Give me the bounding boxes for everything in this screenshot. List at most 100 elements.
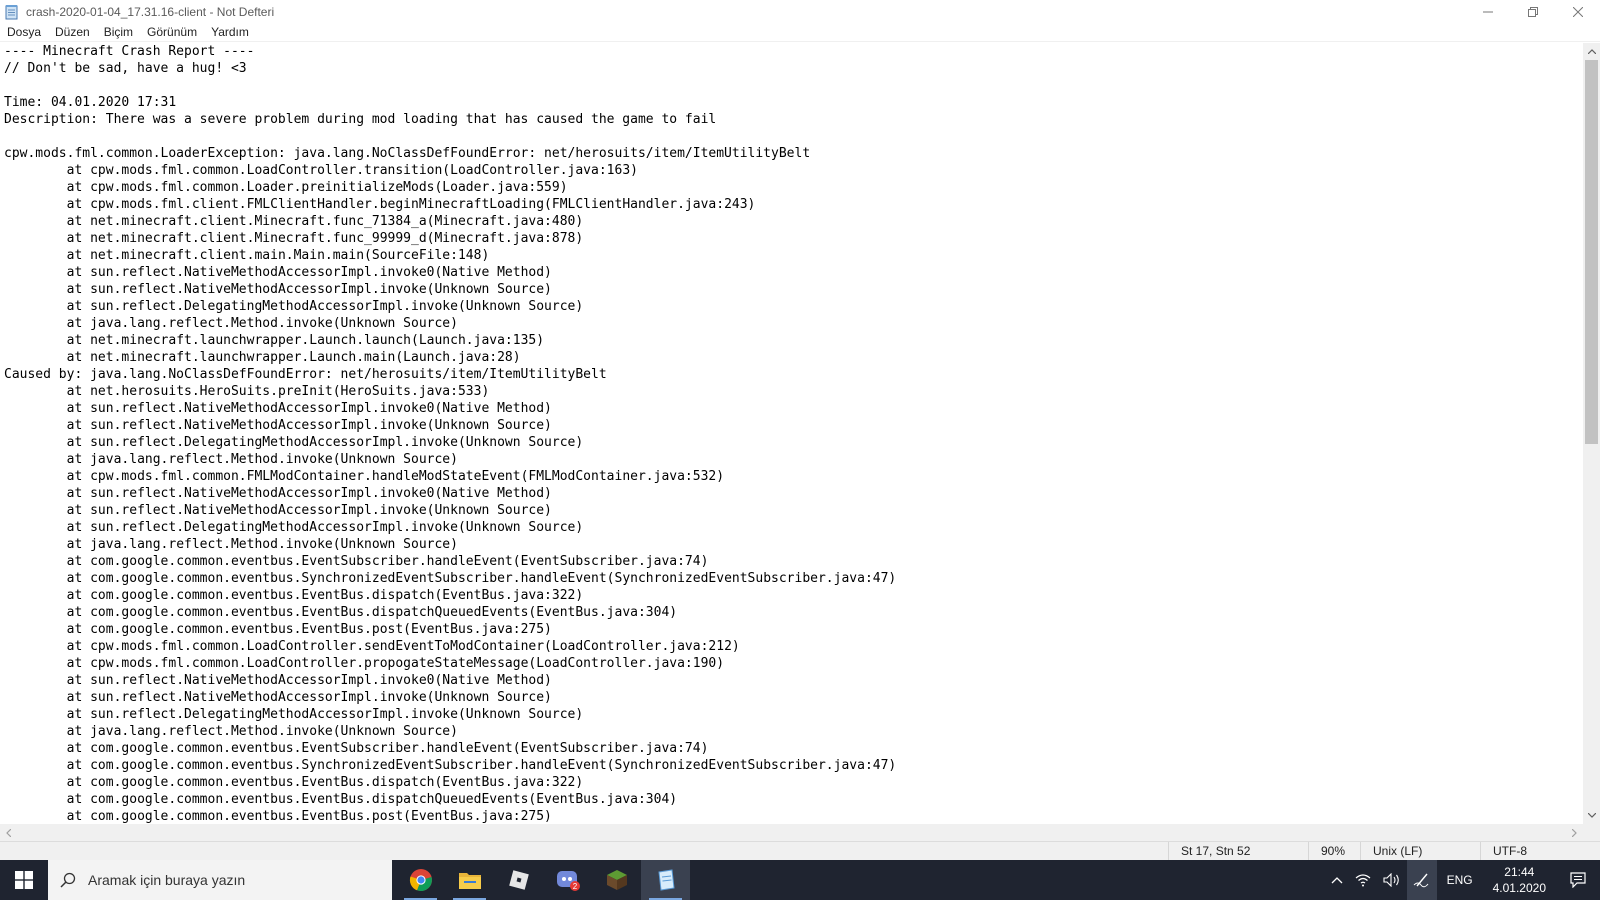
folder-icon [458, 873, 481, 889]
notification-icon [1570, 872, 1586, 888]
editor-line[interactable]: at cpw.mods.fml.common.LoadController.pr… [4, 655, 1583, 672]
start-button[interactable] [0, 860, 48, 900]
chevron-up-icon [1331, 877, 1343, 884]
status-cursor-position: St 17, Stn 52 [1168, 842, 1308, 861]
editor-line[interactable]: at sun.reflect.DelegatingMethodAccessorI… [4, 706, 1583, 723]
system-tray: ENG 21:44 4.01.2020 [1325, 860, 1600, 900]
notepad-icon [657, 869, 675, 891]
editor-line[interactable]: at com.google.common.eventbus.EventSubsc… [4, 740, 1583, 757]
close-icon [1572, 6, 1583, 17]
taskbar-search[interactable]: Aramak için buraya yazın [48, 860, 392, 900]
editor-line[interactable]: at net.minecraft.launchwrapper.Launch.ma… [4, 349, 1583, 366]
taskbar-app-roblox[interactable] [494, 860, 543, 900]
editor-line[interactable]: ---- Minecraft Crash Report ---- [4, 43, 1583, 60]
close-button[interactable] [1555, 0, 1600, 23]
editor-line[interactable]: at java.lang.reflect.Method.invoke(Unkno… [4, 536, 1583, 553]
taskbar-app-file-explorer[interactable] [445, 860, 494, 900]
editor-line[interactable]: at net.minecraft.client.Minecraft.func_7… [4, 213, 1583, 230]
editor-line[interactable]: cpw.mods.fml.common.LoaderException: jav… [4, 145, 1583, 162]
editor-line[interactable]: at sun.reflect.NativeMethodAccessorImpl.… [4, 689, 1583, 706]
menu-edit[interactable]: Düzen [48, 23, 97, 42]
tray-show-hidden[interactable] [1325, 860, 1349, 900]
menu-help[interactable]: Yardım [204, 23, 256, 42]
scroll-left-button[interactable] [0, 824, 17, 841]
editor-line[interactable]: at com.google.common.eventbus.EventBus.d… [4, 604, 1583, 621]
speaker-icon [1383, 873, 1399, 887]
tray-pen[interactable] [1406, 860, 1437, 900]
vertical-scrollbar[interactable] [1583, 43, 1600, 824]
menu-file[interactable]: Dosya [0, 23, 48, 42]
minimize-button[interactable] [1465, 0, 1510, 23]
window-title: crash-2020-01-04_17.31.16-client - Not D… [26, 4, 275, 19]
editor-line[interactable]: at sun.reflect.NativeMethodAccessorImpl.… [4, 417, 1583, 434]
editor-line[interactable]: at com.google.common.eventbus.EventBus.d… [4, 587, 1583, 604]
editor-line[interactable]: Caused by: java.lang.NoClassDefFoundErro… [4, 366, 1583, 383]
clock-date: 4.01.2020 [1492, 881, 1546, 895]
status-bar: St 17, Stn 52 90% Unix (LF) UTF-8 [0, 841, 1600, 861]
editor-line[interactable]: at com.google.common.eventbus.Synchroniz… [4, 757, 1583, 774]
editor-line[interactable]: at net.herosuits.HeroSuits.preInit(HeroS… [4, 383, 1583, 400]
status-encoding: UTF-8 [1480, 842, 1600, 861]
restore-icon [1527, 6, 1538, 17]
chevron-up-icon [1587, 49, 1596, 54]
editor-line[interactable]: // Don't be sad, have a hug! <3 [4, 60, 1583, 77]
tray-notifications[interactable] [1556, 860, 1600, 900]
editor-line[interactable]: Description: There was a severe problem … [4, 111, 1583, 128]
text-editor[interactable]: ---- Minecraft Crash Report ----// Don't… [0, 43, 1583, 824]
wifi-icon [1355, 874, 1370, 887]
restore-button[interactable] [1510, 0, 1555, 23]
editor-line[interactable]: at cpw.mods.fml.common.FMLModContainer.h… [4, 468, 1583, 485]
taskbar-app-discord[interactable]: 2 [543, 860, 592, 900]
taskbar-app-chrome[interactable] [396, 860, 445, 900]
taskbar-app-minecraft[interactable] [592, 860, 641, 900]
editor-line[interactable]: Time: 04.01.2020 17:31 [4, 94, 1583, 111]
menu-format[interactable]: Biçim [97, 23, 140, 42]
editor-line[interactable]: at sun.reflect.NativeMethodAccessorImpl.… [4, 400, 1583, 417]
scrollbar-corner [1583, 824, 1600, 841]
editor-line[interactable]: at com.google.common.eventbus.EventBus.d… [4, 791, 1583, 808]
tray-clock[interactable]: 21:44 4.01.2020 [1483, 860, 1556, 900]
editor-line[interactable]: at sun.reflect.NativeMethodAccessorImpl.… [4, 281, 1583, 298]
editor-line[interactable]: at sun.reflect.NativeMethodAccessorImpl.… [4, 264, 1583, 281]
chevron-down-icon [1587, 813, 1596, 818]
editor-line[interactable]: at sun.reflect.NativeMethodAccessorImpl.… [4, 485, 1583, 502]
tray-language[interactable]: ENG [1437, 860, 1483, 900]
chevron-left-icon [6, 828, 11, 837]
editor-line[interactable]: at cpw.mods.fml.common.Loader.preinitial… [4, 179, 1583, 196]
taskbar-app-notepad[interactable] [641, 860, 690, 900]
scroll-right-button[interactable] [1566, 824, 1583, 841]
tray-volume[interactable] [1377, 860, 1407, 900]
editor-line[interactable]: at com.google.common.eventbus.EventSubsc… [4, 553, 1583, 570]
editor-line[interactable]: at cpw.mods.fml.common.LoadController.tr… [4, 162, 1583, 179]
editor-line[interactable]: at cpw.mods.fml.common.LoadController.se… [4, 638, 1583, 655]
editor-line[interactable]: at cpw.mods.fml.client.FMLClientHandler.… [4, 196, 1583, 213]
scroll-down-button[interactable] [1583, 807, 1600, 824]
editor-line[interactable]: at net.minecraft.launchwrapper.Launch.la… [4, 332, 1583, 349]
notepad-app-icon[interactable] [4, 4, 20, 20]
horizontal-scrollbar[interactable] [0, 824, 1583, 841]
editor-line[interactable]: at com.google.common.eventbus.EventBus.p… [4, 808, 1583, 824]
editor-line[interactable]: at java.lang.reflect.Method.invoke(Unkno… [4, 451, 1583, 468]
editor-line[interactable]: at com.google.common.eventbus.EventBus.p… [4, 621, 1583, 638]
editor-line[interactable]: at sun.reflect.DelegatingMethodAccessorI… [4, 298, 1583, 315]
vertical-scroll-thumb[interactable] [1585, 60, 1598, 444]
editor-line[interactable]: at com.google.common.eventbus.Synchroniz… [4, 570, 1583, 587]
editor-line[interactable]: at sun.reflect.DelegatingMethodAccessorI… [4, 434, 1583, 451]
editor-content[interactable]: ---- Minecraft Crash Report ----// Don't… [0, 43, 1583, 824]
editor-line[interactable]: at com.google.common.eventbus.EventBus.d… [4, 774, 1583, 791]
editor-line[interactable]: ​ [4, 77, 1583, 94]
editor-line[interactable]: at java.lang.reflect.Method.invoke(Unkno… [4, 315, 1583, 332]
status-zoom: 90% [1308, 842, 1360, 861]
editor-line[interactable]: at net.minecraft.client.Minecraft.func_9… [4, 230, 1583, 247]
editor-line[interactable]: at java.lang.reflect.Method.invoke(Unkno… [4, 723, 1583, 740]
scroll-up-button[interactable] [1583, 43, 1600, 60]
title-bar[interactable]: crash-2020-01-04_17.31.16-client - Not D… [0, 0, 1600, 23]
editor-line[interactable]: at sun.reflect.NativeMethodAccessorImpl.… [4, 672, 1583, 689]
menu-view[interactable]: Görünüm [140, 23, 204, 42]
editor-line[interactable]: ​ [4, 128, 1583, 145]
editor-line[interactable]: at sun.reflect.NativeMethodAccessorImpl.… [4, 502, 1583, 519]
editor-line[interactable]: at net.minecraft.client.main.Main.main(S… [4, 247, 1583, 264]
window-controls [1465, 0, 1600, 23]
tray-network[interactable] [1349, 860, 1377, 900]
editor-line[interactable]: at sun.reflect.DelegatingMethodAccessorI… [4, 519, 1583, 536]
